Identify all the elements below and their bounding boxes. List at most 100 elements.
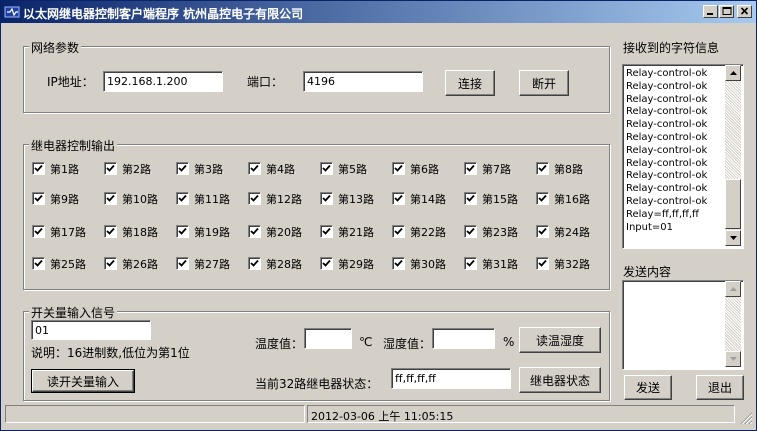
send-button[interactable]: 发送 <box>624 375 672 400</box>
checkbox-box[interactable] <box>392 192 405 205</box>
relay-checkbox-label: 第13路 <box>338 193 374 206</box>
relay-checkbox-6[interactable]: 第6路 <box>392 161 462 177</box>
minimize-button[interactable] <box>703 5 718 18</box>
relay-checkbox-18[interactable]: 第18路 <box>104 224 174 240</box>
checkbox-box[interactable] <box>32 225 45 238</box>
relay-checkbox-11[interactable]: 第11路 <box>176 191 246 207</box>
checkbox-box[interactable] <box>464 225 477 238</box>
checkmark-icon <box>34 259 43 267</box>
relay-checkbox-30[interactable]: 第30路 <box>392 256 462 272</box>
checkbox-box[interactable] <box>176 225 189 238</box>
relay-checkbox-31[interactable]: 第31路 <box>464 256 534 272</box>
checkbox-box[interactable] <box>32 162 45 175</box>
relay-checkbox-25[interactable]: 第25路 <box>32 256 102 272</box>
relay-status-button[interactable]: 继电器状态 <box>519 367 601 393</box>
checkbox-box[interactable] <box>392 225 405 238</box>
relay-checkbox-26[interactable]: 第26路 <box>104 256 174 272</box>
send-scrollbar[interactable] <box>725 281 741 367</box>
title-bar[interactable]: 以太网继电器控制客户端程序 杭州晶控电子有限公司 <box>1 1 756 23</box>
relay-checkbox-3[interactable]: 第3路 <box>176 161 246 177</box>
checkmark-icon <box>394 227 403 235</box>
received-scroll-down[interactable] <box>725 230 741 246</box>
checkbox-box[interactable] <box>320 162 333 175</box>
exit-button[interactable]: 退出 <box>696 375 744 400</box>
relay-checkbox-7[interactable]: 第7路 <box>464 161 534 177</box>
connect-button[interactable]: 连接 <box>445 70 495 96</box>
relay-checkbox-28[interactable]: 第28路 <box>248 256 318 272</box>
switch-input-value[interactable] <box>31 320 151 340</box>
checkbox-box[interactable] <box>536 257 549 270</box>
relay-checkbox-32[interactable]: 第32路 <box>536 256 606 272</box>
relay-checkbox-29[interactable]: 第29路 <box>320 256 390 272</box>
relay-checkbox-9[interactable]: 第9路 <box>32 191 102 207</box>
checkbox-box[interactable] <box>248 257 261 270</box>
relay-checkbox-15[interactable]: 第15路 <box>464 191 534 207</box>
relay-legend: 继电器控制输出 <box>29 137 118 154</box>
checkbox-box[interactable] <box>248 192 261 205</box>
checkbox-box[interactable] <box>392 162 405 175</box>
received-listbox[interactable]: Relay-control-ok Relay-control-ok Relay-co… <box>622 64 744 249</box>
checkbox-box[interactable] <box>464 192 477 205</box>
read-temp-humidity-button[interactable]: 读温湿度 <box>519 327 601 353</box>
send-scroll-up[interactable] <box>725 281 741 297</box>
relay-status-input[interactable] <box>391 368 511 389</box>
checkbox-box[interactable] <box>464 162 477 175</box>
relay-checkbox-4[interactable]: 第4路 <box>248 161 318 177</box>
checkbox-box[interactable] <box>536 162 549 175</box>
checkbox-box[interactable] <box>176 162 189 175</box>
send-scroll-down[interactable] <box>725 351 741 367</box>
checkbox-box[interactable] <box>104 257 117 270</box>
read-switch-input-button[interactable]: 读开关量输入 <box>31 369 135 393</box>
relay-checkbox-24[interactable]: 第24路 <box>536 224 606 240</box>
checkbox-box[interactable] <box>104 192 117 205</box>
relay-checkbox-5[interactable]: 第5路 <box>320 161 390 177</box>
checkbox-box[interactable] <box>320 192 333 205</box>
relay-checkbox-14[interactable]: 第14路 <box>392 191 462 207</box>
checkbox-box[interactable] <box>176 257 189 270</box>
received-scroll-thumb[interactable] <box>725 179 741 229</box>
checkbox-box[interactable] <box>320 257 333 270</box>
relay-checkbox-12[interactable]: 第12路 <box>248 191 318 207</box>
received-scroll-up[interactable] <box>725 65 741 81</box>
checkmark-icon <box>106 227 115 235</box>
relay-checkbox-19[interactable]: 第19路 <box>176 224 246 240</box>
relay-checkbox-2[interactable]: 第2路 <box>104 161 174 177</box>
checkmark-icon <box>322 259 331 267</box>
relay-checkbox-16[interactable]: 第16路 <box>536 191 606 207</box>
checkbox-box[interactable] <box>392 257 405 270</box>
checkbox-box[interactable] <box>464 257 477 270</box>
checkbox-box[interactable] <box>104 225 117 238</box>
checkbox-box[interactable] <box>32 257 45 270</box>
checkbox-box[interactable] <box>536 225 549 238</box>
humidity-input[interactable] <box>432 328 495 349</box>
relay-checkbox-20[interactable]: 第20路 <box>248 224 318 240</box>
close-button[interactable] <box>737 5 752 18</box>
relay-checkbox-10[interactable]: 第10路 <box>104 191 174 207</box>
relay-checkbox-13[interactable]: 第13路 <box>320 191 390 207</box>
relay-checkbox-21[interactable]: 第21路 <box>320 224 390 240</box>
send-textarea[interactable] <box>622 280 744 370</box>
port-input[interactable] <box>303 71 423 92</box>
relay-checkbox-8[interactable]: 第8路 <box>536 161 606 177</box>
ip-input[interactable] <box>103 71 223 92</box>
checkbox-box[interactable] <box>176 192 189 205</box>
relay-checkbox-27[interactable]: 第27路 <box>176 256 246 272</box>
checkbox-box[interactable] <box>248 162 261 175</box>
relay-checkbox-1[interactable]: 第1路 <box>32 161 102 177</box>
checkbox-box[interactable] <box>32 192 45 205</box>
checkbox-box[interactable] <box>248 225 261 238</box>
relay-checkbox-22[interactable]: 第22路 <box>392 224 462 240</box>
checkmark-icon <box>106 259 115 267</box>
disconnect-button[interactable]: 断开 <box>519 70 569 96</box>
relay-checkbox-17[interactable]: 第17路 <box>32 224 102 240</box>
app-icon <box>4 6 20 18</box>
relay-checkbox-label: 第7路 <box>482 163 511 176</box>
relay-checkbox-23[interactable]: 第23路 <box>464 224 534 240</box>
maximize-button[interactable] <box>719 5 734 18</box>
received-scrollbar[interactable] <box>725 65 741 246</box>
temperature-input[interactable] <box>304 328 352 349</box>
checkbox-box[interactable] <box>536 192 549 205</box>
size-grip-icon[interactable] <box>739 411 753 425</box>
checkbox-box[interactable] <box>320 225 333 238</box>
checkbox-box[interactable] <box>104 162 117 175</box>
